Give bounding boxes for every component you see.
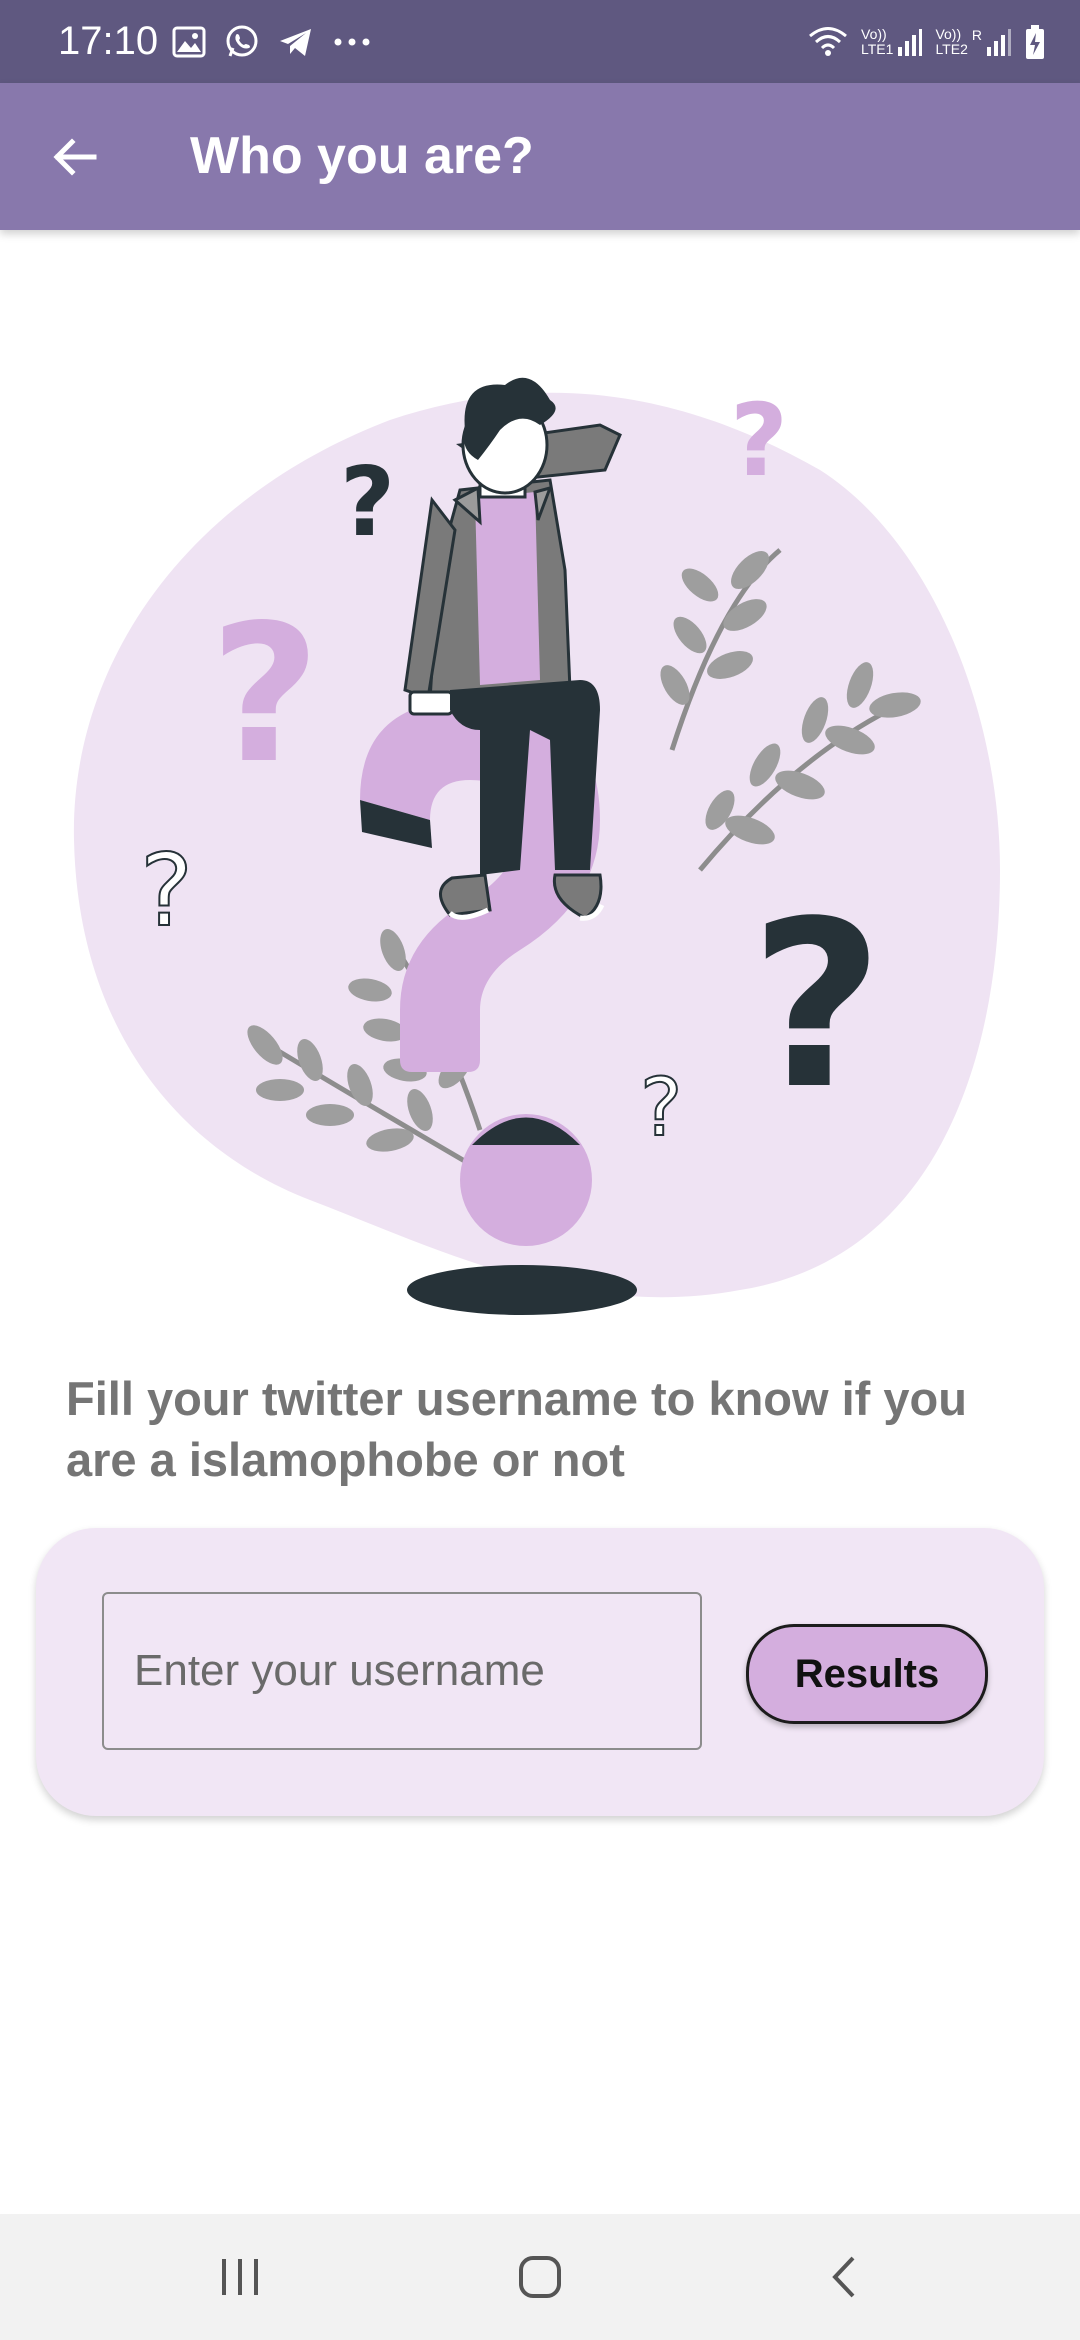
svg-text:?: ? xyxy=(730,382,788,499)
battery-charging-icon xyxy=(1026,25,1044,59)
status-time: 17:10 xyxy=(58,19,159,63)
back-chevron-icon xyxy=(832,2256,855,2298)
status-bar: 17:10 Vo)) LTE1 Vo)) LTE2 R xyxy=(0,0,1080,83)
username-form-card: Results xyxy=(36,1528,1044,1816)
page-title: Who you are? xyxy=(190,127,534,185)
svg-text:?: ? xyxy=(640,1061,682,1154)
svg-text:?: ? xyxy=(140,832,193,949)
recent-apps-icon xyxy=(222,2259,258,2295)
signal-bars-icon xyxy=(898,29,923,56)
sim1-label: LTE1 xyxy=(861,41,894,57)
image-icon xyxy=(172,26,206,58)
app-bar: Who you are? xyxy=(0,83,1080,230)
svg-text:?: ? xyxy=(210,584,320,805)
notification-icons xyxy=(172,20,372,64)
username-input[interactable] xyxy=(102,1592,702,1750)
back-button[interactable] xyxy=(40,123,108,191)
recent-apps-button[interactable] xyxy=(200,2244,280,2310)
whatsapp-icon xyxy=(226,25,258,57)
roaming-label: R xyxy=(971,27,982,43)
home-button[interactable] xyxy=(500,2244,580,2310)
signal-bars-icon xyxy=(987,29,1011,56)
home-icon xyxy=(519,2256,561,2298)
confused-person-illustration: ? ? ? ? ? ? xyxy=(73,377,1001,1315)
system-back-button[interactable] xyxy=(804,2244,884,2310)
volte-label: Vo)) xyxy=(861,26,887,42)
telegram-icon xyxy=(280,29,311,56)
system-nav-bar xyxy=(0,2214,1080,2340)
wifi-icon xyxy=(809,27,847,56)
more-dots-icon xyxy=(334,38,370,46)
instructions-text: Fill your twitter username to know if yo… xyxy=(66,1372,967,1486)
system-status-icons: Vo)) LTE1 Vo)) LTE2 R xyxy=(807,18,1046,66)
volte-label: Vo)) xyxy=(935,26,962,42)
arrow-back-icon xyxy=(53,138,97,176)
sim2-signal: Vo)) LTE2 R xyxy=(935,27,1012,57)
sim1-signal: Vo)) LTE1 xyxy=(861,27,923,57)
svg-text:?: ? xyxy=(750,873,883,1140)
svg-text:?: ? xyxy=(340,448,395,558)
sim2-label: LTE2 xyxy=(935,41,968,57)
results-button[interactable]: Results xyxy=(746,1624,988,1724)
